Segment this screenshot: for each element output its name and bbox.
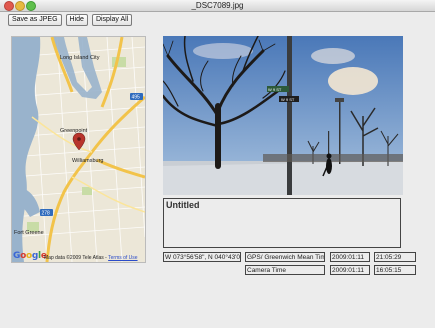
map-label-williamsburg: Williamsburg bbox=[72, 158, 103, 164]
title-bar: _DSC7089.jpg bbox=[0, 0, 435, 12]
map-canvas[interactable]: Long Island City Greenpoint Williamsburg… bbox=[12, 37, 145, 262]
map-label-long-island-city: Long Island City bbox=[60, 55, 100, 61]
image-title-field[interactable]: Untitled bbox=[163, 198, 401, 248]
window-title: _DSC7089.jpg bbox=[191, 1, 244, 10]
terms-of-use-link[interactable]: Terms of Use bbox=[108, 255, 137, 261]
photo-preview: W 9 ST W 9 ST bbox=[163, 36, 403, 195]
coordinates-field: W 073°56'58", N 040°43'08" bbox=[163, 252, 241, 262]
gps-time-field: 21:05:29 bbox=[374, 252, 416, 262]
highway-shield-495: 495 bbox=[132, 95, 141, 101]
camera-date-field: 2009:01:11 bbox=[330, 265, 370, 275]
map-credit: Map data ©2009 Tele Atlas - Terms of Use bbox=[44, 255, 138, 261]
camera-time-field: 16:05:15 bbox=[374, 265, 416, 275]
location-map[interactable]: Long Island City Greenpoint Williamsburg… bbox=[11, 36, 146, 263]
gps-date-field: 2009:01:11 bbox=[330, 252, 370, 262]
display-all-button[interactable]: Display All bbox=[91, 14, 133, 26]
photo-image: W 9 ST W 9 ST bbox=[163, 36, 403, 195]
save-as-jpeg-button[interactable]: Save as JPEG bbox=[8, 14, 62, 26]
highway-shield-278: 278 bbox=[42, 211, 51, 217]
map-label-greenpoint: Greenpoint bbox=[60, 128, 88, 134]
hide-button[interactable]: Hide bbox=[65, 14, 88, 26]
camera-time-label: Camera Time bbox=[245, 265, 325, 275]
toolbar: Save as JPEG Hide Display All bbox=[8, 14, 133, 26]
gps-time-label: GPS/ Greenwich Mean Time bbox=[245, 252, 325, 262]
map-credit-text: Map data ©2009 Tele Atlas - bbox=[44, 255, 107, 261]
street-sign-2: W 9 ST bbox=[281, 97, 295, 102]
street-sign-1: W 9 ST bbox=[268, 87, 282, 92]
google-logo: Google bbox=[13, 251, 47, 261]
map-label-fort-greene: Fort Greene bbox=[14, 230, 44, 236]
